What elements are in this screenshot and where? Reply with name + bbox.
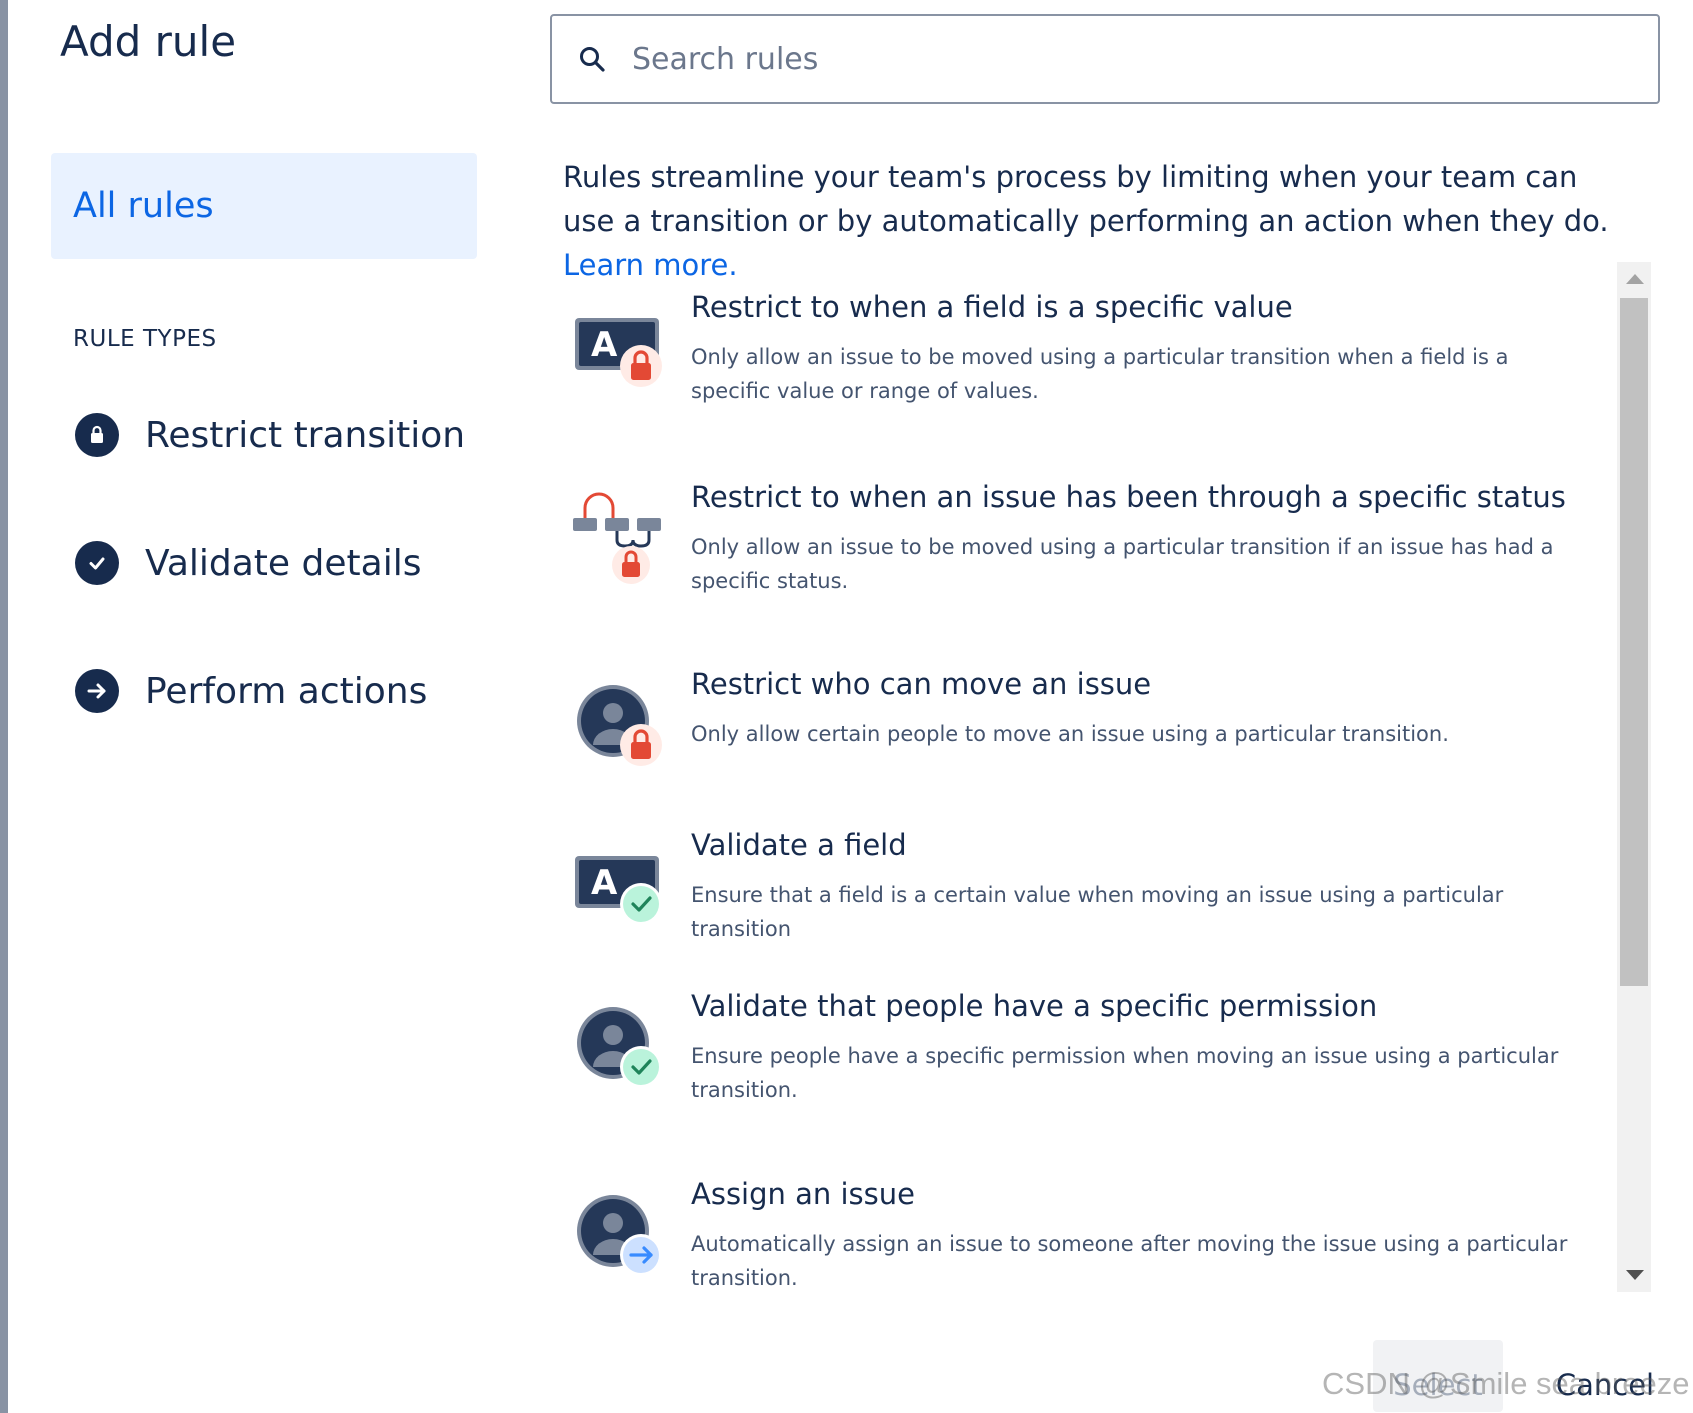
rule-title: Validate a field <box>691 828 907 862</box>
search-box[interactable] <box>550 14 1660 104</box>
rule-card[interactable]: Validate that people have a specific per… <box>563 979 1603 1149</box>
rule-description: Automatically assign an issue to someone… <box>691 1232 1568 1290</box>
lock-icon <box>75 413 119 457</box>
rule-card[interactable]: A Restrict to when a field is a specific… <box>563 280 1603 450</box>
intro-description: Rules streamline your team's process by … <box>563 160 1609 238</box>
sidebar-item-perform-actions[interactable]: Perform actions <box>75 666 427 716</box>
rule-title: Validate that people have a specific per… <box>691 989 1378 1023</box>
rule-description: Ensure that a field is a certain value w… <box>691 883 1504 941</box>
rule-types-heading: RULE TYPES <box>73 326 217 352</box>
rule-description: Only allow an issue to be moved using a … <box>691 535 1554 593</box>
sidebar-item-label: All rules <box>73 186 214 226</box>
field-check-icon: A <box>573 840 669 936</box>
svg-text:A: A <box>591 863 618 903</box>
rule-title: Restrict to when an issue has been throu… <box>691 480 1566 514</box>
intro-text: Rules streamline your team's process by … <box>563 155 1633 287</box>
scroll-up-icon[interactable] <box>1626 274 1644 284</box>
watermark: CSDN @Smile sea breeze <box>1322 1366 1690 1401</box>
rule-title: Restrict who can move an issue <box>691 667 1152 701</box>
rule-description: Only allow an issue to be moved using a … <box>691 345 1509 403</box>
sidebar-item-all-rules[interactable]: All rules <box>51 153 477 259</box>
rule-description: Ensure people have a specific permission… <box>691 1044 1559 1102</box>
learn-more-link[interactable]: Learn more. <box>563 248 738 282</box>
sidebar-item-restrict-transition[interactable]: Restrict transition <box>75 410 465 460</box>
dialog-title: Add rule <box>60 17 237 66</box>
rule-card[interactable]: Restrict who can move an issue Only allo… <box>563 657 1603 807</box>
rule-title: Restrict to when a field is a specific v… <box>691 290 1293 324</box>
scrollbar-thumb[interactable] <box>1620 298 1648 986</box>
rules-scrollbar[interactable] <box>1617 262 1651 1292</box>
sidebar-item-label: Validate details <box>145 542 422 584</box>
user-lock-icon <box>573 679 669 775</box>
check-icon <box>75 541 119 585</box>
sidebar-item-label: Perform actions <box>145 670 428 712</box>
rule-title: Assign an issue <box>691 1177 915 1211</box>
scroll-down-icon[interactable] <box>1626 1270 1644 1280</box>
rule-description: Only allow certain people to move an iss… <box>691 722 1449 746</box>
sidebar-item-label: Restrict transition <box>145 414 466 456</box>
field-lock-icon: A <box>573 302 669 398</box>
status-lock-icon <box>573 492 669 588</box>
sidebar-item-validate-details[interactable]: Validate details <box>75 538 421 588</box>
rule-card[interactable]: Assign an issue Automatically assign an … <box>563 1167 1603 1337</box>
svg-text:A: A <box>591 325 618 365</box>
arrow-right-icon <box>75 669 119 713</box>
rule-card[interactable]: Restrict to when an issue has been throu… <box>563 470 1603 640</box>
window-edge <box>0 0 8 1413</box>
user-check-icon <box>573 1001 669 1097</box>
user-arrow-icon <box>573 1189 669 1285</box>
rule-card[interactable]: A Validate a field Ensure that a field i… <box>563 818 1603 968</box>
search-input[interactable] <box>630 40 1534 78</box>
search-icon <box>576 43 608 75</box>
